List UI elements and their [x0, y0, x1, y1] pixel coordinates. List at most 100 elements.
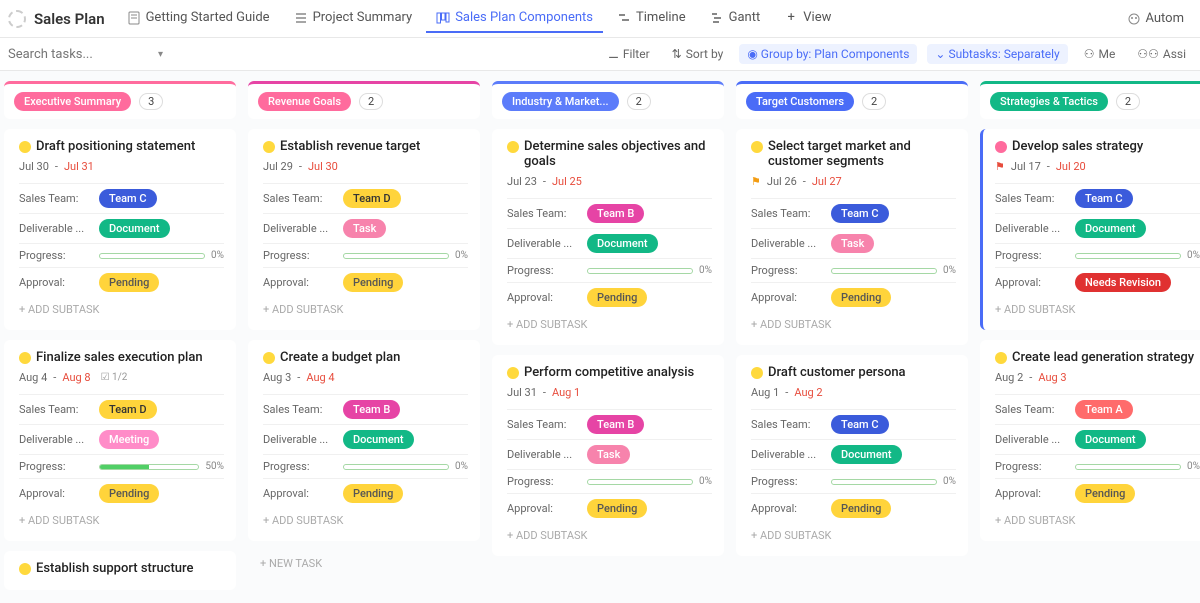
deliverable-pill[interactable]: Meeting [99, 430, 159, 449]
approval-pill[interactable]: Pending [587, 499, 647, 518]
tab-timeline[interactable]: Timeline [607, 4, 696, 33]
approval-row: Approval:Pending [751, 493, 956, 523]
tab-label: Sales Plan Components [455, 10, 593, 25]
row-label: Sales Team: [751, 207, 831, 220]
card-row: Deliverable ...Task [507, 439, 712, 469]
tab-add-view[interactable]: + View [774, 4, 841, 33]
approval-pill[interactable]: Needs Revision [1075, 273, 1171, 292]
task-card[interactable]: Create lead generation strategyAug 2-Aug… [980, 340, 1200, 541]
row-label: Sales Team: [507, 207, 587, 220]
column-count: 3 [139, 93, 163, 110]
new-task-button[interactable]: + NEW TASK [248, 549, 480, 578]
deliverable-pill[interactable]: Document [831, 445, 902, 464]
approval-pill[interactable]: Pending [1075, 484, 1135, 503]
task-card[interactable]: Establish revenue targetJul 29-Jul 30Sal… [248, 129, 480, 330]
deliverable-pill[interactable]: Document [1075, 219, 1146, 238]
card-row: Sales Team:Team D [263, 183, 468, 213]
column: Executive Summary3 Draft positioning stat… [4, 81, 236, 590]
approval-pill[interactable]: Pending [99, 273, 159, 292]
deliverable-pill[interactable]: Document [343, 430, 414, 449]
group-icon: ◉ [747, 47, 760, 61]
flag-icon: ⚑ [751, 175, 761, 188]
team-pill[interactable]: Team C [99, 189, 157, 208]
task-card[interactable]: Select target market and customer segmen… [736, 129, 968, 345]
add-subtask-button[interactable]: + ADD SUBTASK [751, 523, 956, 548]
team-pill[interactable]: Team D [99, 400, 157, 419]
deliverable-pill[interactable]: Task [343, 219, 386, 238]
task-card[interactable]: Create a budget planAug 3-Aug 4Sales Tea… [248, 340, 480, 541]
task-card[interactable]: Establish support structure [4, 551, 236, 590]
deliverable-pill[interactable]: Document [99, 219, 170, 238]
card-row: Sales Team:Team C [19, 183, 224, 213]
task-card[interactable]: Determine sales objectives and goalsJul … [492, 129, 724, 345]
approval-pill[interactable]: Pending [99, 484, 159, 503]
sort-button[interactable]: ⇅Sort by [666, 45, 730, 63]
card-title: Establish support structure [36, 561, 193, 576]
approval-pill[interactable]: Pending [831, 288, 891, 307]
approval-row: Approval:Pending [19, 267, 224, 297]
deliverable-pill[interactable]: Task [831, 234, 874, 253]
add-subtask-button[interactable]: + ADD SUBTASK [19, 297, 224, 322]
card-dates: ⚑Jul 17-Jul 20 [995, 160, 1200, 173]
approval-pill[interactable]: Pending [831, 499, 891, 518]
deliverable-pill[interactable]: Document [587, 234, 658, 253]
team-pill[interactable]: Team A [1075, 400, 1133, 419]
card-dates: Aug 3-Aug 4 [263, 371, 468, 384]
card-title: Finalize sales execution plan [36, 350, 203, 365]
task-card[interactable]: Draft customer personaAug 1-Aug 2Sales T… [736, 355, 968, 556]
team-pill[interactable]: Team C [1075, 189, 1133, 208]
column-header[interactable]: Industry & Market...2 [492, 81, 724, 119]
card-title: Create lead generation strategy [1012, 350, 1194, 365]
team-pill[interactable]: Team B [587, 415, 644, 434]
assignee-button[interactable]: ⚇⚇Assi [1131, 45, 1192, 63]
add-subtask-button[interactable]: + ADD SUBTASK [995, 297, 1200, 322]
card-row: Deliverable ...Document [507, 228, 712, 258]
add-subtask-button[interactable]: + ADD SUBTASK [751, 312, 956, 337]
filter-button[interactable]: ⚊Filter [602, 45, 656, 63]
card-dates: Jul 23-Jul 25 [507, 175, 712, 188]
search-input[interactable] [8, 47, 108, 62]
team-pill[interactable]: Team D [343, 189, 401, 208]
tab-label: Timeline [636, 10, 686, 25]
subtasks-button[interactable]: ⌄ Subtasks: Separately [927, 44, 1067, 64]
row-label: Sales Team: [995, 192, 1075, 205]
team-pill[interactable]: Team B [587, 204, 644, 223]
add-subtask-button[interactable]: + ADD SUBTASK [507, 312, 712, 337]
card-row: Deliverable ...Task [751, 228, 956, 258]
tab-sales-plan-components[interactable]: Sales Plan Components [426, 4, 603, 33]
task-card[interactable]: Draft positioning statementJul 30-Jul 31… [4, 129, 236, 330]
deliverable-pill[interactable]: Task [587, 445, 630, 464]
add-subtask-button[interactable]: + ADD SUBTASK [507, 523, 712, 548]
tab-getting-started[interactable]: Getting Started Guide [117, 4, 280, 33]
approval-pill[interactable]: Pending [343, 273, 403, 292]
column-header[interactable]: Revenue Goals2 [248, 81, 480, 119]
task-card[interactable]: Perform competitive analysisJul 31-Aug 1… [492, 355, 724, 556]
me-button[interactable]: ⚇Me [1078, 45, 1122, 63]
team-pill[interactable]: Team C [831, 415, 889, 434]
approval-pill[interactable]: Pending [587, 288, 647, 307]
chevron-down-icon[interactable]: ▾ [158, 49, 163, 60]
row-label: Sales Team: [263, 403, 343, 416]
task-card[interactable]: Finalize sales execution planAug 4-Aug 8… [4, 340, 236, 541]
column-count: 2 [627, 93, 651, 110]
automations-button[interactable]: Autom [1119, 7, 1192, 30]
team-pill[interactable]: Team B [343, 400, 400, 419]
column-header[interactable]: Strategies & Tactics2 [980, 81, 1200, 119]
column-header[interactable]: Target Customers2 [736, 81, 968, 119]
row-label: Deliverable ... [263, 433, 343, 446]
add-subtask-button[interactable]: + ADD SUBTASK [263, 508, 468, 533]
approval-pill[interactable]: Pending [343, 484, 403, 503]
add-subtask-button[interactable]: + ADD SUBTASK [19, 508, 224, 533]
row-label: Deliverable ... [19, 222, 99, 235]
tab-project-summary[interactable]: Project Summary [284, 4, 423, 33]
add-subtask-button[interactable]: + ADD SUBTASK [263, 297, 468, 322]
column-header[interactable]: Executive Summary3 [4, 81, 236, 119]
task-card[interactable]: Develop sales strategy⚑Jul 17-Jul 20Sale… [980, 129, 1200, 330]
tab-label: Getting Started Guide [146, 10, 270, 25]
tab-gantt[interactable]: Gantt [700, 4, 771, 33]
group-by-button[interactable]: ◉ Group by: Plan Components [739, 44, 917, 64]
approval-row: Approval:Pending [507, 493, 712, 523]
deliverable-pill[interactable]: Document [1075, 430, 1146, 449]
team-pill[interactable]: Team C [831, 204, 889, 223]
add-subtask-button[interactable]: + ADD SUBTASK [995, 508, 1200, 533]
